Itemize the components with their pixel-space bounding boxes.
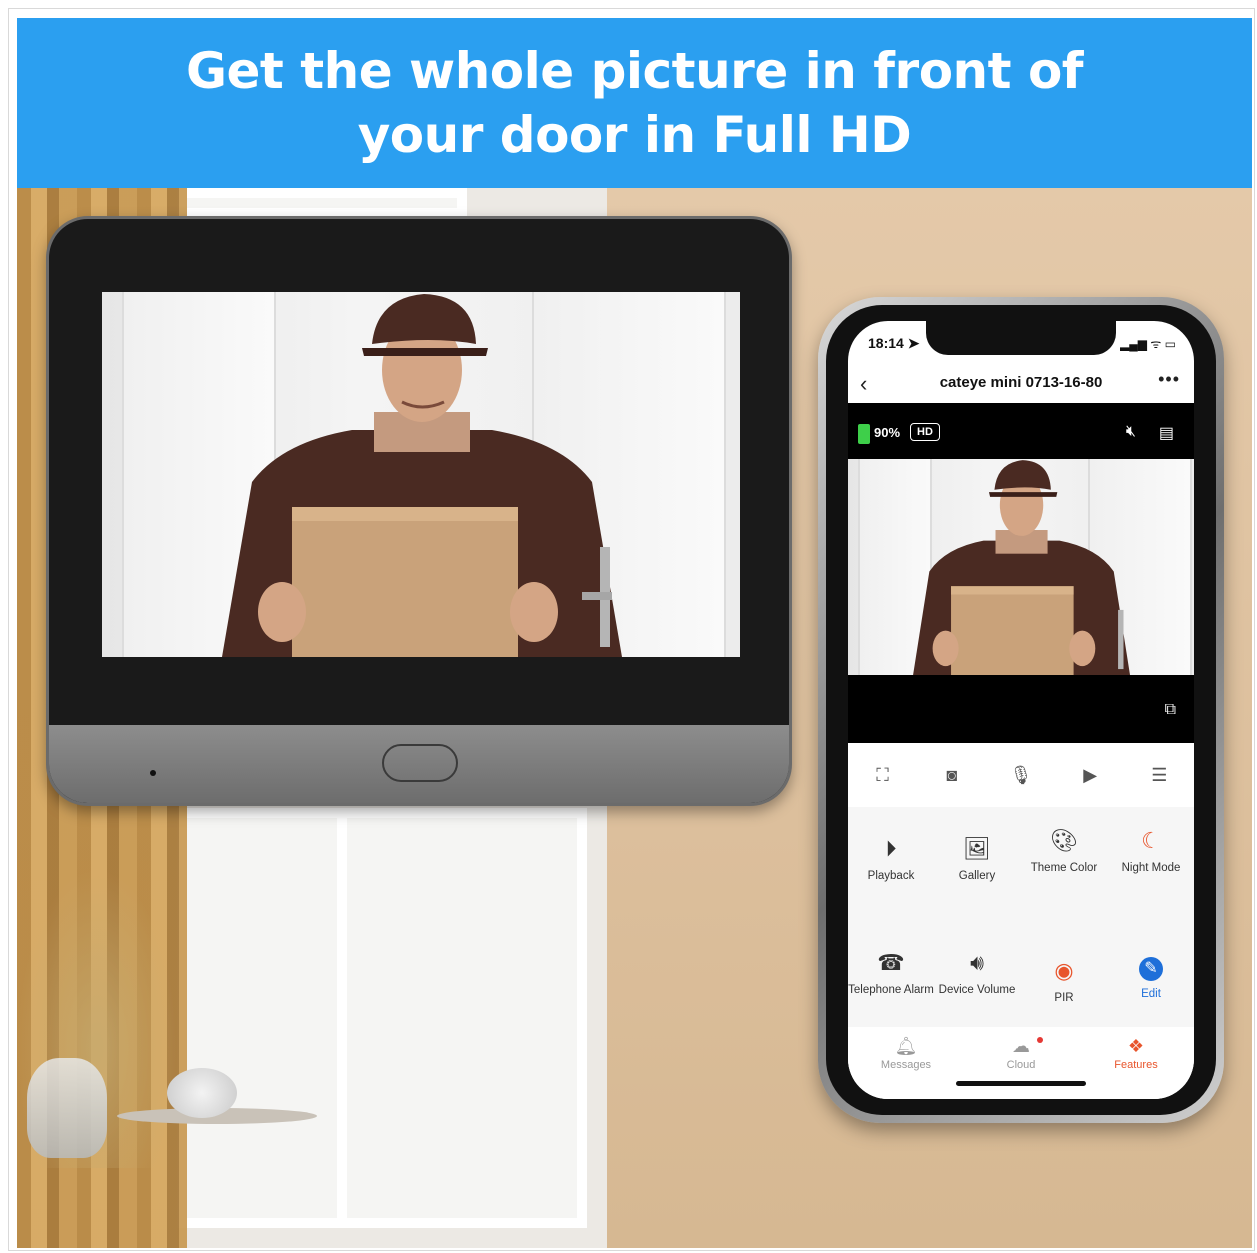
picture-in-picture-icon[interactable]: ⧉ [1165,701,1176,719]
phone-notch [926,321,1116,355]
peephole-monitor [46,216,792,806]
feature-label: PIR [1054,992,1074,1004]
feature-playback[interactable]: ⏵ Playback [848,835,934,883]
app-header: ‹ cateye mini 0713-16-80 ••• [848,365,1194,403]
window-pane [337,808,587,1228]
palette-icon: 🎨︎ [1050,828,1078,853]
tab-messages[interactable]: 🔔︎ Messages [856,1035,956,1071]
device-title: cateye mini 0713-16-80 [939,374,1103,391]
tab-cloud[interactable]: ☁︎ Cloud [971,1035,1071,1071]
feature-label: Theme Color [1030,862,1098,874]
speaker-icon: 🔊︎ [970,950,984,975]
feature-edit[interactable]: ✎ Edit [1108,957,1194,1001]
screenshot-icon[interactable]: ◙ [937,760,967,790]
feature-label: Device Volume [938,984,1016,996]
microphone-icon[interactable]: 🎙︎ [1006,760,1036,790]
notification-dot [1037,1037,1043,1043]
live-video-panel: 90% HD 🔇︎ ▤ ⧉ [848,403,1194,743]
tab-label: Features [1114,1059,1158,1071]
bottom-tab-bar: 🔔︎ Messages ☁︎ Cloud ❖ Features [848,1027,1194,1099]
hd-quality-button[interactable]: HD [910,423,940,441]
battery-icon [858,424,870,444]
microphone-dot [150,770,156,776]
status-time: 18:14 ➤ [868,335,920,351]
tab-label: Cloud [1006,1059,1036,1071]
more-icon[interactable]: ••• [1158,369,1180,390]
menu-icon[interactable]: ☰ [1144,760,1174,790]
home-indicator [956,1081,1086,1086]
window-pane [177,808,347,1228]
video-status-bar: 90% HD 🔇︎ ▤ [848,403,1194,459]
list-icon[interactable]: ▤ [1159,423,1174,443]
feature-theme-color[interactable]: 🎨︎ Theme Color [1021,827,1107,875]
phone-screen: 18:14 ➤ ▂▄▆ ᯤ ▭ ‹ cateye mini 0713-16-80… [848,321,1194,1099]
feature-label: Playback [867,870,915,882]
edit-pencil-icon: ✎ [1139,957,1163,981]
bell-icon: 🔔︎ [894,1036,918,1056]
fullscreen-icon[interactable]: ⛶ [868,760,898,790]
night-mode-icon: ☾ [1141,828,1161,853]
features-icon: ❖ [1127,1036,1145,1056]
pir-sensor-icon: ◉ [1054,958,1074,983]
smartphone: 18:14 ➤ ▂▄▆ ᯤ ▭ ‹ cateye mini 0713-16-80… [818,297,1224,1123]
feature-gallery[interactable]: 🖼︎ Gallery [934,835,1020,883]
headline-text: Get the whole picture in front of your d… [185,42,1084,164]
record-icon[interactable]: ▶︎ [1075,760,1105,790]
feature-label: Telephone Alarm [848,984,934,996]
window-pane [177,188,467,218]
live-video-image [848,459,1194,675]
feature-grid: ⏵ Playback 🖼︎ Gallery 🎨︎ Theme Color ☾ N… [848,807,1194,1027]
feature-pir[interactable]: ◉ PIR [1021,957,1107,1005]
feature-label: Edit [1141,988,1161,1000]
feature-telephone-alarm[interactable]: ☎︎ Telephone Alarm [848,949,934,997]
feature-device-volume[interactable]: 🔊︎ Device Volume [934,949,1020,997]
delivery-man-image [222,294,622,657]
telephone-icon: ☎︎ [877,950,905,975]
tab-label: Messages [880,1059,932,1071]
monitor-button[interactable] [382,744,458,782]
feature-label: Gallery [958,870,996,882]
battery-level: 90% [874,425,901,440]
phone-bezel: 18:14 ➤ ▂▄▆ ᯤ ▭ ‹ cateye mini 0713-16-80… [826,305,1216,1115]
status-icons: ▂▄▆ ᯤ ▭ [1120,337,1176,351]
delivery-man-image [913,460,1131,675]
monitor-screen [102,292,740,657]
feature-label: Night Mode [1121,862,1181,874]
video-controls: ⛶ ◙ 🎙︎ ▶︎ ☰ [848,743,1194,808]
headline-banner: Get the whole picture in front of your d… [17,18,1252,188]
decor-vase [27,1058,107,1158]
mute-icon[interactable]: 🔇︎ [1126,423,1136,441]
cloud-icon: ☁︎ [1012,1036,1030,1056]
image-icon: 🖼︎ [963,836,991,861]
feature-night-mode[interactable]: ☾ Night Mode [1108,827,1194,875]
tab-features[interactable]: ❖ Features [1086,1035,1186,1071]
play-circle-icon: ⏵ [885,836,897,861]
decor-bowl [167,1068,237,1118]
